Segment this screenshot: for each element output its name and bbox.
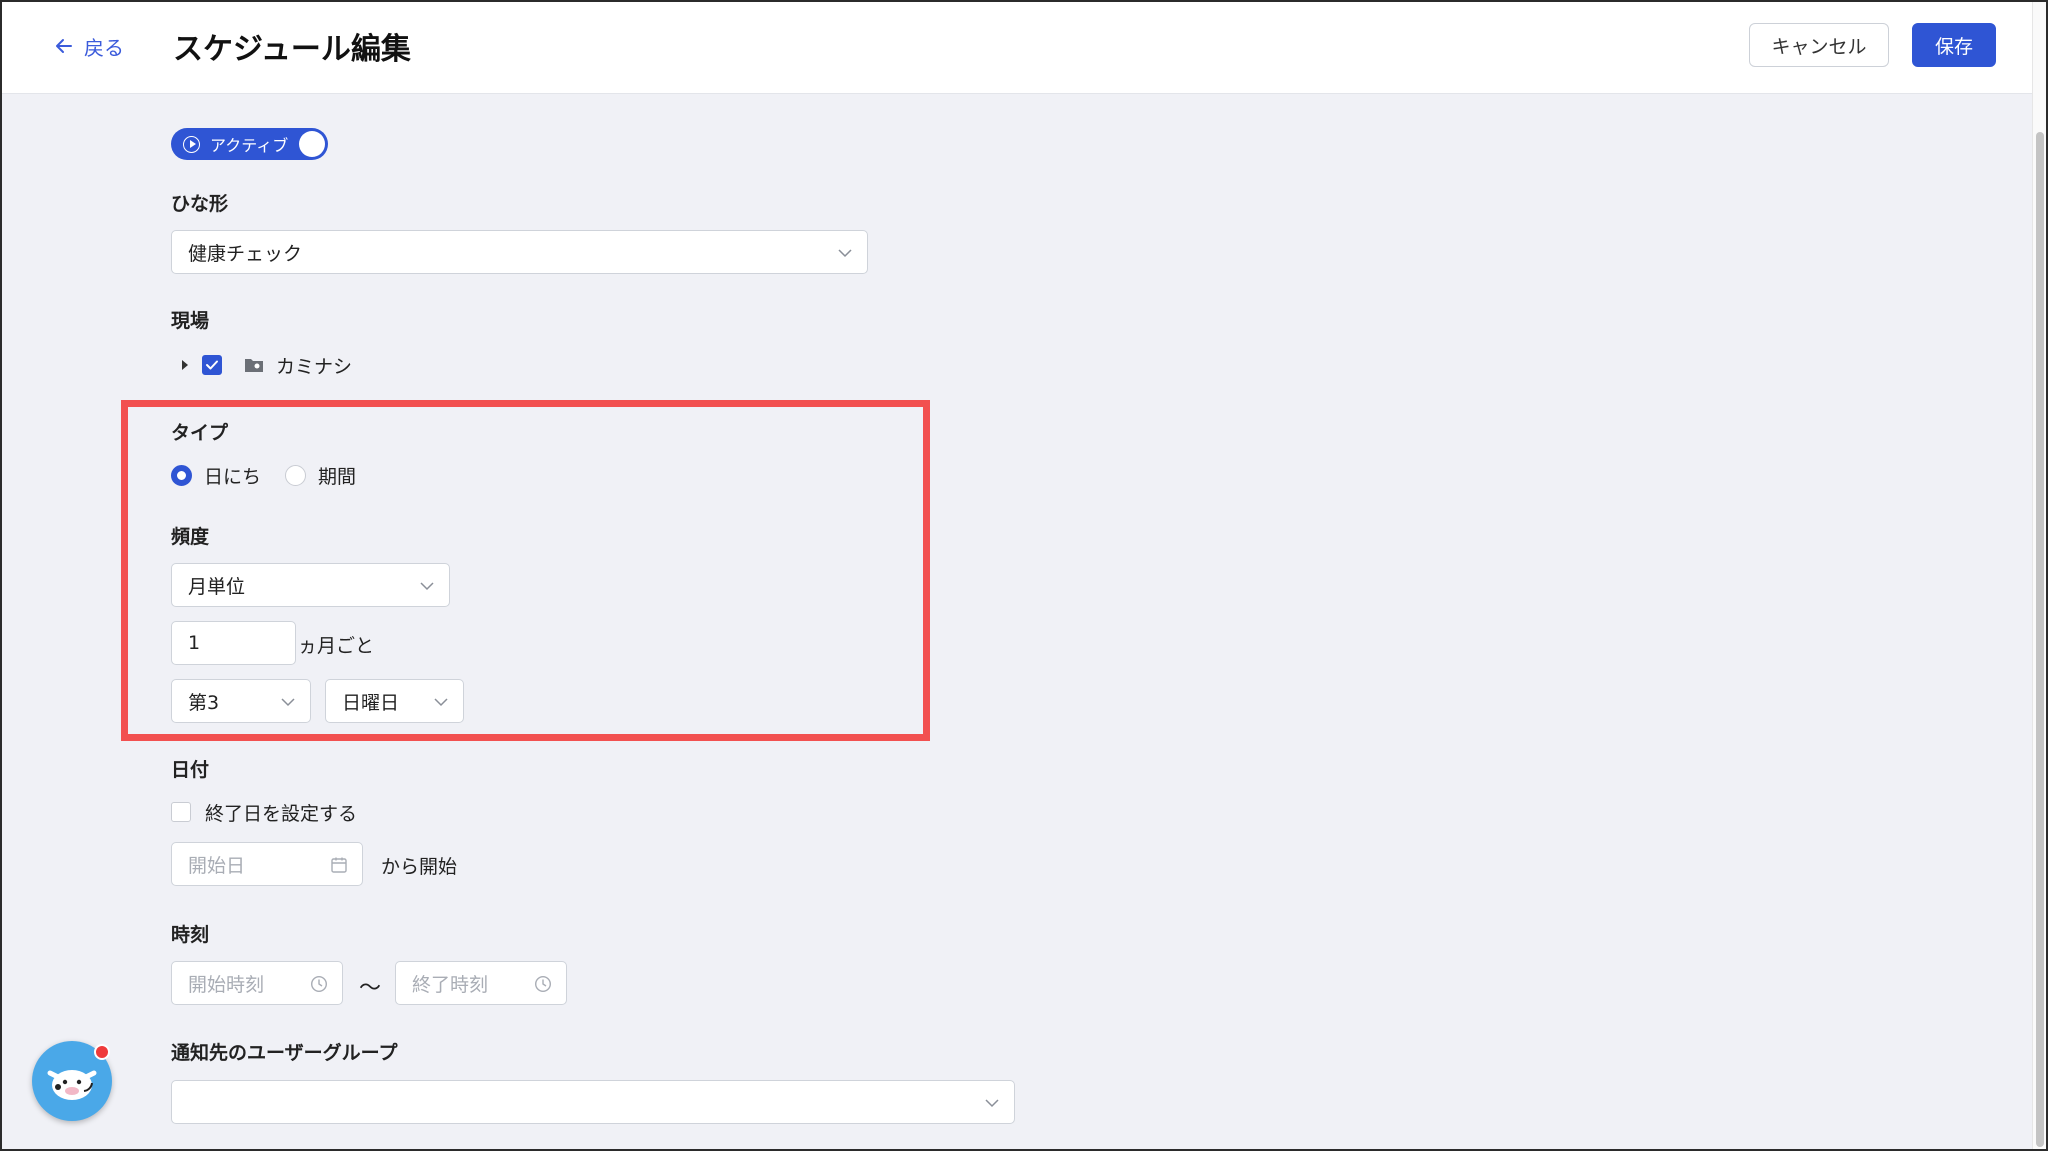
site-item-label: カミナシ <box>276 355 353 378</box>
interval-value: 1 <box>188 632 201 654</box>
site-label: 現場 <box>171 310 210 332</box>
cancel-button[interactable]: キャンセル <box>1749 23 1889 67</box>
start-time-placeholder: 開始時刻 <box>188 973 265 996</box>
active-toggle[interactable]: アクティブ <box>171 128 328 160</box>
chevron-down-icon <box>420 582 434 591</box>
start-date-suffix: から開始 <box>381 856 458 878</box>
time-label: 時刻 <box>171 924 210 946</box>
type-radio-group: 日にち 期間 <box>171 462 356 488</box>
start-time-field[interactable]: 開始時刻 <box>171 961 343 1005</box>
template-label: ひな形 <box>171 193 229 215</box>
cow-mascot-icon <box>47 1070 97 1100</box>
type-radio-period[interactable] <box>285 464 307 486</box>
notify-group-label: 通知先のユーザーグループ <box>171 1042 398 1064</box>
play-circle-icon <box>183 135 200 153</box>
arrow-left-icon <box>56 39 72 53</box>
header: 戻る スケジュール編集 キャンセル 保存 <box>2 2 2032 94</box>
save-button[interactable]: 保存 <box>1912 23 1996 67</box>
check-icon <box>206 360 218 370</box>
expand-caret-icon[interactable] <box>182 360 188 370</box>
app-window: 戻る スケジュール編集 キャンセル 保存 アクティブ ひな形 健康チェック 現場… <box>0 0 2048 1151</box>
weekday-select[interactable]: 日曜日 <box>325 679 464 723</box>
notify-group-select[interactable] <box>171 1080 1015 1124</box>
type-radio-date[interactable] <box>171 464 192 486</box>
start-date-field[interactable]: 開始日 <box>171 842 363 886</box>
chevron-down-icon <box>838 249 852 258</box>
site-checkbox[interactable] <box>202 355 222 375</box>
page-title: スケジュール編集 <box>173 32 411 67</box>
end-time-field[interactable]: 終了時刻 <box>395 961 567 1005</box>
interval-input[interactable]: 1 <box>171 621 296 665</box>
chevron-down-icon <box>985 1099 999 1108</box>
chevron-down-icon <box>434 698 448 707</box>
start-date-placeholder: 開始日 <box>188 854 246 877</box>
notification-dot <box>94 1044 110 1060</box>
week-ordinal-value: 第3 <box>188 691 220 714</box>
frequency-unit-select[interactable]: 月単位 <box>171 563 450 607</box>
type-option-period-label: 期間 <box>318 465 357 488</box>
chevron-down-icon <box>281 698 295 707</box>
weekday-value: 日曜日 <box>342 691 400 714</box>
toggle-knob <box>299 131 325 157</box>
frequency-unit-value: 月単位 <box>188 575 246 598</box>
active-toggle-label: アクティブ <box>210 136 289 155</box>
template-select[interactable]: 健康チェック <box>171 230 868 274</box>
interval-suffix: ヵ月ごと <box>298 635 375 657</box>
date-label: 日付 <box>171 759 210 781</box>
week-ordinal-select[interactable]: 第3 <box>171 679 311 723</box>
type-option-date-label: 日にち <box>204 465 262 488</box>
time-separator: 〜 <box>359 976 382 1001</box>
end-time-placeholder: 終了時刻 <box>412 973 489 996</box>
clock-icon <box>534 975 552 993</box>
clock-icon <box>310 975 328 993</box>
end-date-checkbox[interactable] <box>171 802 191 822</box>
back-label: 戻る <box>84 35 124 60</box>
end-date-checkbox-label: 終了日を設定する <box>205 802 358 825</box>
end-date-option: 終了日を設定する <box>171 800 358 825</box>
back-button[interactable]: 戻る <box>54 30 124 62</box>
type-label: タイプ <box>171 422 229 444</box>
folder-location-icon <box>245 359 263 372</box>
scrollbar-thumb[interactable] <box>2036 132 2044 1147</box>
site-tree-item: カミナシ <box>182 350 352 380</box>
template-value: 健康チェック <box>188 242 303 265</box>
frequency-label: 頻度 <box>171 526 210 548</box>
calendar-icon <box>331 857 347 873</box>
